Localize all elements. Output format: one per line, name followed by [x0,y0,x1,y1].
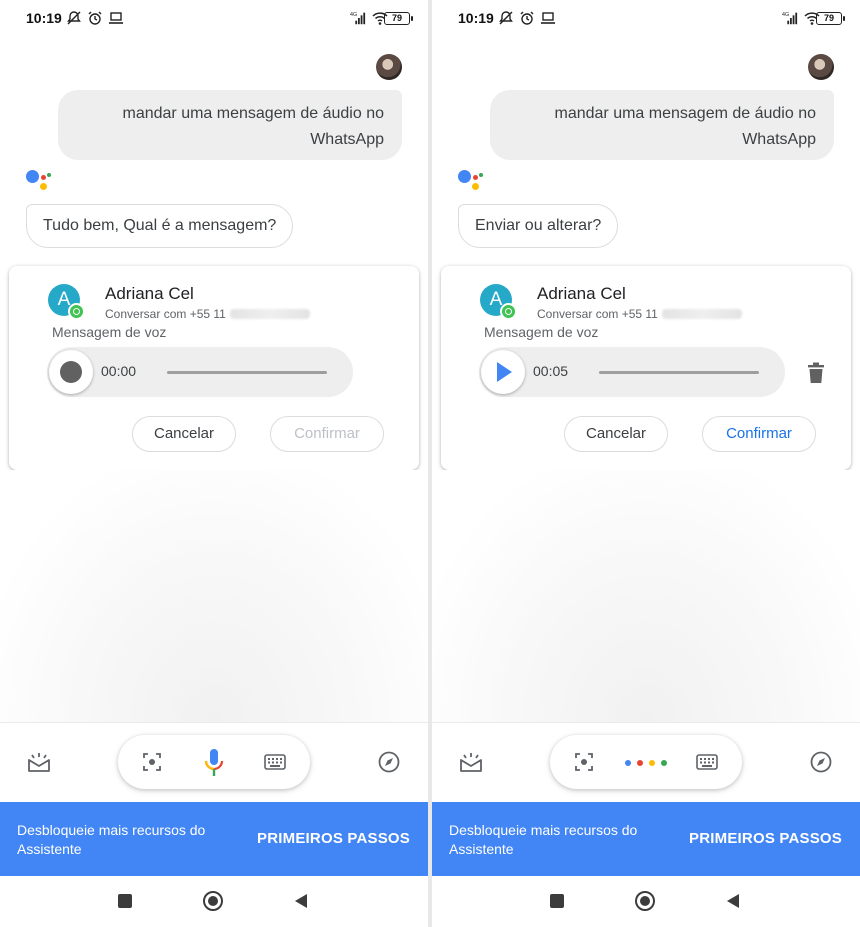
home-button[interactable] [635,891,655,911]
voice-message-label: Mensagem de voz [52,324,167,340]
record-button[interactable] [49,350,93,394]
get-started-button[interactable]: PRIMEIROS PASSOS [689,830,842,847]
redacted-number [229,309,310,319]
audio-player: 00:05 [479,347,785,397]
keyboard-icon[interactable] [696,754,718,770]
notifications-off-icon [499,11,513,25]
recents-button[interactable] [118,894,132,908]
player-time: 00:00 [101,363,137,379]
promo-text: Desbloqueie mais recursos do Assistente [17,822,206,857]
compass-icon[interactable] [810,751,832,773]
laptop-icon [109,12,123,24]
player-time: 00:05 [533,363,569,379]
mic-icon[interactable] [202,747,226,779]
contact-subtitle: Conversar com +55 11 [105,307,310,321]
home-button[interactable] [203,891,223,911]
keyboard-icon[interactable] [264,754,286,770]
contact-subtitle-text: Conversar com +55 11 [537,307,658,321]
user-avatar[interactable] [808,54,834,80]
assistant-message-bubble: Tudo bem, Qual é a mensagem? [26,204,294,248]
notifications-off-icon [67,11,81,25]
assistant-bottom-bar [432,722,860,802]
cancel-button[interactable]: Cancelar [132,416,236,452]
screen-recorded: 10:19 4G 79 mandar uma mensagem de áudio… [432,0,860,927]
screen-recording: 10:19 4G 79 mandar uma mensagem de áudio… [0,0,428,927]
signal-icon: 4G [782,12,798,25]
voice-message-card: A Adriana Cel Conversar com +55 11 Mensa… [441,266,851,470]
voice-message-card: A Adriana Cel Conversar com +55 11 Mensa… [9,266,419,470]
contact-subtitle: Conversar com +55 11 [537,307,742,321]
assistant-bottom-bar [0,722,428,802]
assistant-message-bubble: Enviar ou alterar? [458,204,619,248]
user-avatar[interactable] [376,54,402,80]
alarm-icon [520,11,534,25]
status-icons-left [498,10,556,26]
play-button[interactable] [481,350,525,394]
compass-icon[interactable] [378,751,400,773]
voice-message-label: Mensagem de voz [484,324,599,340]
recents-button[interactable] [550,894,564,908]
user-message-bubble: mandar uma mensagem de áudio no WhatsApp [58,90,402,160]
whatsapp-icon [500,303,517,320]
listening-dots-icon[interactable] [624,759,670,767]
confirm-button[interactable]: Confirmar [270,416,384,452]
audio-player: 00:00 [47,347,353,397]
screens: 10:19 4G 79 mandar uma mensagem de áudio… [0,0,860,927]
lens-icon[interactable] [574,752,594,772]
snapshot-icon[interactable] [27,751,51,773]
player-progress-track[interactable] [167,371,327,374]
play-icon [497,362,512,382]
system-nav-bar [432,876,860,927]
whatsapp-icon [68,303,85,320]
battery-indicator: 79 [384,12,413,25]
user-message-bubble: mandar uma mensagem de áudio no WhatsApp [490,90,834,160]
get-started-button[interactable]: PRIMEIROS PASSOS [257,830,410,847]
contact-subtitle-text: Conversar com +55 11 [105,307,226,321]
record-icon [60,361,82,383]
signal-icon: 4G [350,12,366,25]
trash-icon[interactable] [807,362,825,384]
svg-text:4G: 4G [782,12,789,18]
promo-text: Desbloqueie mais recursos do Assistente [449,822,638,857]
status-bar: 10:19 4G 79 [0,0,428,38]
contact-name: Adriana Cel [537,284,626,303]
background-fade [432,470,860,722]
status-time: 10:19 [458,10,494,26]
cancel-button[interactable]: Cancelar [564,416,668,452]
assistant-logo-icon [26,170,52,194]
back-button[interactable] [295,894,307,908]
input-pill [550,735,742,789]
promo-banner: Desbloqueie mais recursos do Assistente … [432,802,860,876]
assistant-logo-icon [458,170,484,194]
back-button[interactable] [727,894,739,908]
battery-indicator: 79 [816,12,845,25]
status-icons-right: 4G [350,10,388,26]
lens-icon[interactable] [142,752,162,772]
status-icons-left [66,10,124,26]
status-time: 10:19 [26,10,62,26]
laptop-icon [541,12,555,24]
alarm-icon [88,11,102,25]
promo-banner: Desbloqueie mais recursos do Assistente … [0,802,428,876]
status-icons-right: 4G [782,10,820,26]
snapshot-icon[interactable] [459,751,483,773]
background-fade [0,470,428,722]
redacted-number [661,309,742,319]
confirm-button[interactable]: Confirmar [702,416,816,452]
svg-text:4G: 4G [350,12,357,18]
input-pill [118,735,310,789]
player-progress-track[interactable] [599,371,759,374]
system-nav-bar [0,876,428,927]
status-bar: 10:19 4G 79 [432,0,860,38]
contact-name: Adriana Cel [105,284,194,303]
